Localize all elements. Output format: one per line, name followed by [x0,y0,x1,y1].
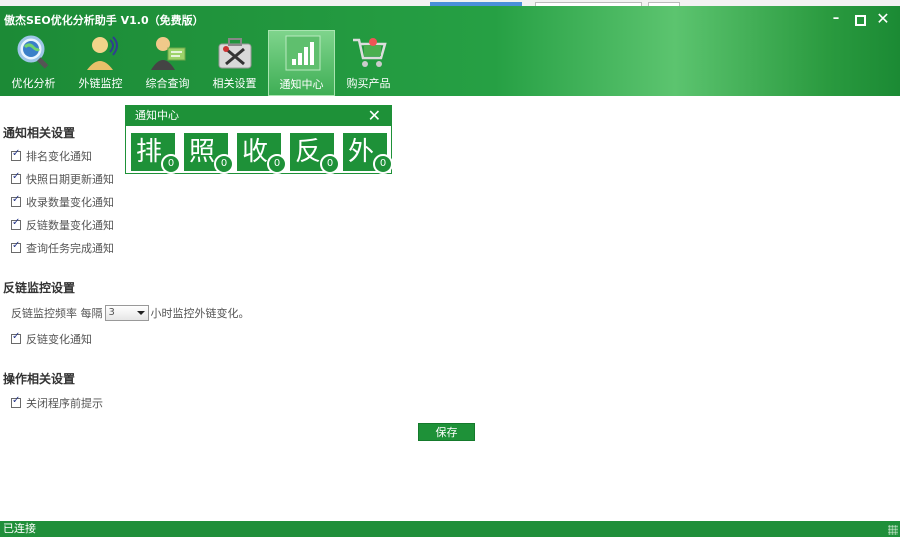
backlink-frequency-row: 反链监控频率 每隔 3 小时监控外链变化。 [11,305,250,321]
status-bar: 已连接 [0,521,900,537]
notification-popup: 通知中心 ✕ 排 0 照 0 收 0 反 0 外 0 [125,105,393,174]
nav-label: 购买产品 [346,77,391,90]
nav-item-optimize-analysis[interactable]: 优化分析 [0,30,67,96]
tile-char: 排 [135,137,162,167]
headset-person-icon [87,36,118,70]
checkbox-backlink-count-change[interactable]: 反链数量变化通知 [11,217,114,232]
checkbox-label: 关闭程序前提示 [26,397,103,410]
save-button[interactable]: 保存 [418,423,475,441]
toolbox-icon [218,38,252,69]
frequency-value: 3 [108,307,115,318]
count-badge: 0 [320,154,340,174]
nav-item-backlink-monitor[interactable]: 外链监控 [67,30,134,96]
checkbox-label: 反链数量变化通知 [26,219,114,232]
popup-close-button[interactable]: ✕ [368,106,381,126]
section-title-notify: 通知相关设置 [3,126,76,140]
nav-item-comprehensive-query[interactable]: 综合查询 [134,30,201,96]
app-header: 傲杰SEO优化分析助手 V1.0（免费版） – ✕ 优化分析 外链监控 综合查询… [0,6,900,96]
popup-title: 通知中心 [135,109,179,122]
tile-char: 外 [347,137,374,167]
count-badge: 0 [267,154,287,174]
count-badge: 0 [373,154,393,174]
checkbox-label: 排名变化通知 [26,150,92,163]
notification-tiles: 排 0 照 0 收 0 反 0 外 0 [131,133,396,174]
maximize-icon [854,15,866,26]
checkbox-query-complete[interactable]: 查询任务完成通知 [11,240,114,255]
checkbox-index-change[interactable]: 收录数量变化通知 [11,194,114,209]
checkbox-checked-icon[interactable] [11,240,21,253]
person-card-icon [151,37,186,70]
magnifier-globe-icon [17,35,49,69]
connection-status: 已连接 [3,522,36,535]
nav-item-settings[interactable]: 相关设置 [201,30,268,96]
checkbox-label: 收录数量变化通知 [26,196,114,209]
count-badge: 0 [214,154,234,174]
nav-label: 外链监控 [78,77,123,90]
checkbox-exit-prompt[interactable]: 关闭程序前提示 [11,395,103,410]
frequency-select[interactable]: 3 [104,305,149,321]
maximize-button[interactable] [852,12,868,30]
nav-item-buy-product[interactable]: 购买产品 [335,30,402,96]
tile-backlink[interactable]: 反 0 [290,133,340,174]
close-button[interactable]: ✕ [875,11,891,27]
resize-grip-icon[interactable] [888,525,898,535]
checkbox-checked-icon[interactable] [11,194,21,207]
checkbox-checked-icon[interactable] [11,395,21,408]
tile-external[interactable]: 外 0 [343,133,393,174]
nav-label: 优化分析 [11,77,56,90]
equalizer-icon [285,35,321,71]
minimize-button[interactable]: – [828,12,844,26]
section-title-backlink: 反链监控设置 [3,281,76,295]
popup-header: 通知中心 ✕ [126,106,391,126]
tile-char: 照 [188,137,215,167]
checkbox-label: 反链变化通知 [26,333,92,346]
checkbox-label: 快照日期更新通知 [26,173,114,186]
nav-label: 相关设置 [212,77,257,90]
checkbox-snapshot-update[interactable]: 快照日期更新通知 [11,171,114,186]
nav-label: 通知中心 [279,78,324,91]
checkbox-checked-icon[interactable] [11,148,21,161]
dropdown-arrow-icon [136,311,145,315]
checkbox-rank-change[interactable]: 排名变化通知 [11,148,92,163]
frequency-prefix: 反链监控频率 每隔 [11,307,103,320]
tile-snapshot[interactable]: 照 0 [184,133,234,174]
checkbox-checked-icon[interactable] [11,217,21,230]
nav-item-notification-center[interactable]: 通知中心 [268,30,335,96]
checkbox-backlink-change[interactable]: 反链变化通知 [11,331,92,346]
shopping-cart-icon [353,38,387,67]
checkbox-checked-icon[interactable] [11,331,21,344]
frequency-suffix: 小时监控外链变化。 [150,307,250,320]
tile-rank[interactable]: 排 0 [131,133,181,174]
window-title: 傲杰SEO优化分析助手 V1.0（免费版） [4,14,204,27]
nav-label: 综合查询 [145,77,190,90]
tile-index[interactable]: 收 0 [237,133,287,174]
checkbox-label: 查询任务完成通知 [26,242,114,255]
count-badge: 0 [161,154,181,174]
tile-char: 反 [294,137,321,167]
section-title-operation: 操作相关设置 [3,372,76,386]
checkbox-checked-icon[interactable] [11,171,21,184]
main-nav: 优化分析 外链监控 综合查询 相关设置 通知中心 购买产品 [0,30,402,96]
tile-char: 收 [241,137,268,167]
